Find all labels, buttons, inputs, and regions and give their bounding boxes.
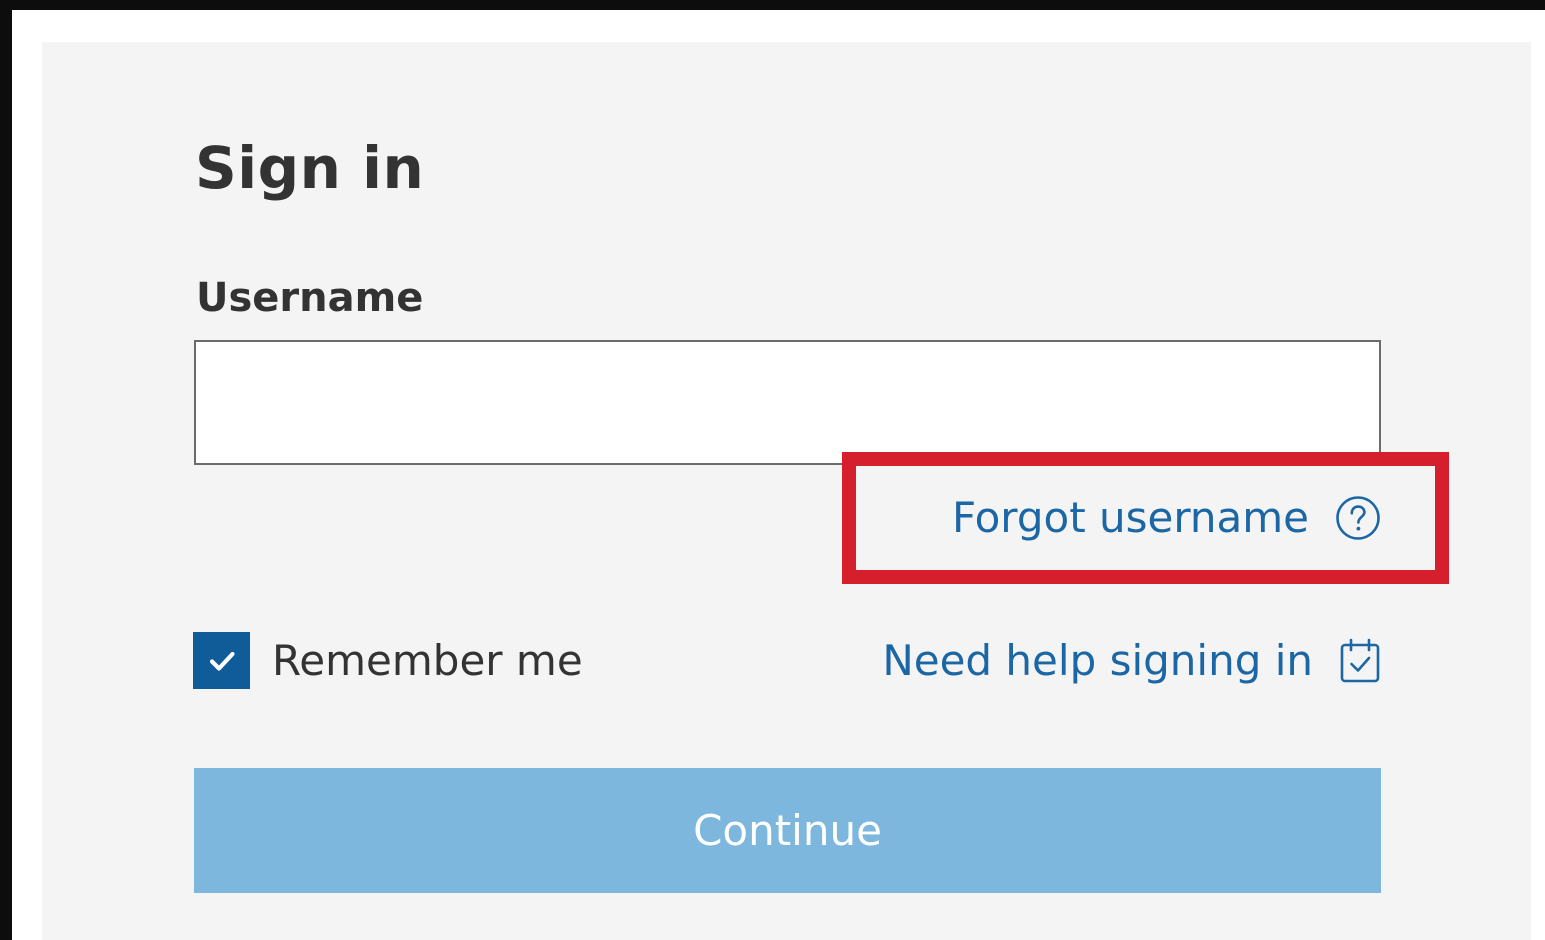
forgot-username-label: Forgot username — [951, 493, 1309, 542]
username-input[interactable] — [194, 340, 1381, 465]
help-circle-icon — [1336, 496, 1380, 540]
forgot-username-link[interactable]: Forgot username — [850, 490, 1381, 546]
page-title: Sign in — [195, 134, 425, 202]
remember-me-checkbox[interactable] — [193, 632, 250, 689]
remember-me-control[interactable]: Remember me — [193, 632, 583, 689]
continue-button[interactable]: Continue — [194, 768, 1381, 893]
need-help-label: Need help signing in — [882, 636, 1313, 685]
username-label: Username — [196, 275, 424, 321]
remember-me-label: Remember me — [272, 636, 583, 685]
calendar-check-icon — [1340, 638, 1380, 682]
need-help-link[interactable]: Need help signing in — [850, 632, 1381, 689]
check-icon — [209, 651, 235, 671]
